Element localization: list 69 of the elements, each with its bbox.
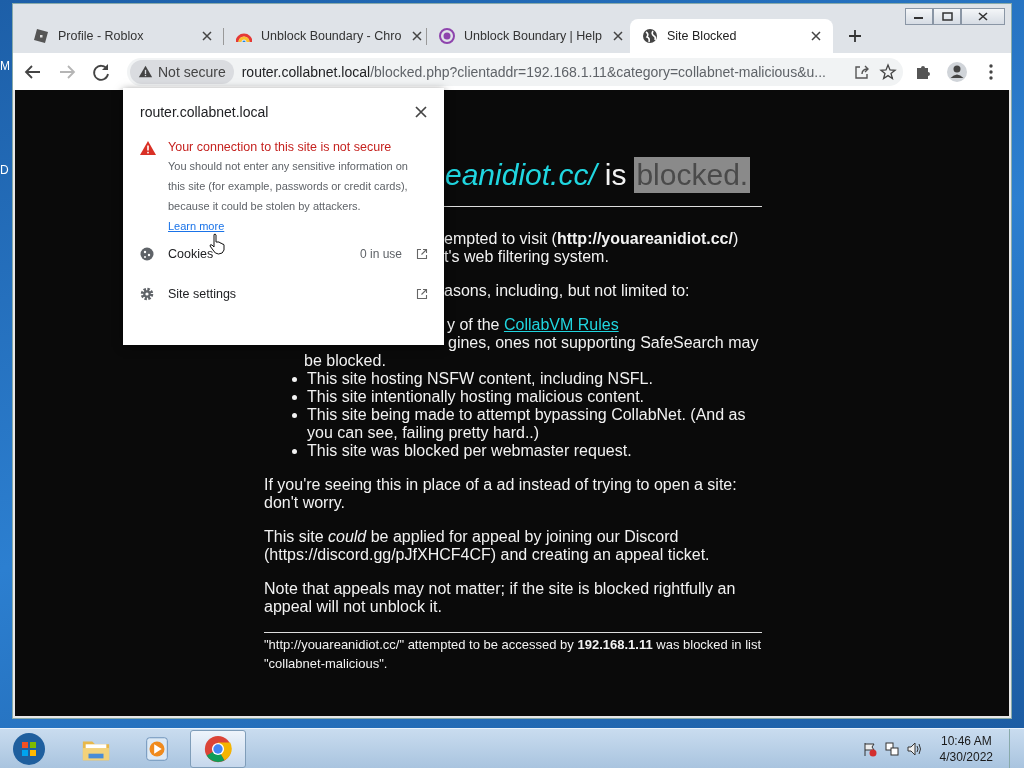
warning-icon: [138, 64, 153, 79]
square-logo-icon: [33, 28, 49, 44]
tab-title: Unblock Boundary - Chro: [261, 29, 402, 43]
warning-text: You should not enter any sensitive information on this site (for example, passwords or credit cards), because it could be stolen by attackers.: [168, 159, 409, 214]
maximize-button[interactable]: [933, 8, 961, 25]
close-icon: [978, 12, 988, 21]
address-bar[interactable]: Not secure router.collabnet.local/blocked.php?clientaddr=192.168.1.11&category=collabnet-malicious&u...: [127, 57, 903, 86]
settings-icon: [140, 287, 154, 301]
browser-tab[interactable]: Unblock Boundary | Help: [427, 19, 630, 53]
paragraph: If you're seeing this in place of a ad instead of trying to open a site: don't worry.: [264, 476, 738, 512]
warning-title: Your connection to this site is not secure: [168, 140, 393, 154]
reason-text: be blocked.: [303, 352, 387, 370]
taskbar-app[interactable]: [190, 729, 246, 768]
bullet-icon: [292, 449, 297, 454]
warning-icon: [140, 141, 156, 155]
bullet-icon: [292, 377, 297, 382]
popup-title: router.collabnet.local: [140, 104, 269, 120]
minimize-button[interactable]: [905, 8, 933, 25]
desktop-icon-label: D: [0, 163, 9, 177]
learn-more-link[interactable]: Learn more: [168, 220, 225, 232]
external-link-icon[interactable]: [416, 248, 428, 260]
cookie-icon: [140, 247, 154, 261]
security-chip[interactable]: Not secure: [130, 59, 234, 84]
globe-icon: [642, 28, 658, 44]
clock[interactable]: 10:46 AM 4/30/2022: [939, 732, 993, 765]
footer-text: "http://youareanidiot.cc/" attempted to be accessed by 192.168.1.11 was blocked in list "collabnet-malicious".: [264, 636, 762, 673]
play-circle-icon: [439, 28, 455, 44]
blocked-status-text: blocked.: [634, 157, 751, 193]
tab-title: Unblock Boundary | Help: [464, 29, 603, 43]
browser-tab[interactable]: Unblock Boundary - Chro: [224, 19, 427, 53]
close-button[interactable]: [961, 8, 1005, 25]
reason-text: This site hosting NSFW content, including NSFL.: [307, 370, 653, 388]
heading-text: is: [604, 157, 627, 193]
reason-text: This site being made to attempt bypassing CollabNet. (And as you can see, failing pretty hard..): [307, 406, 747, 442]
url-text: router.collabnet.local/blocked.php?clientaddr=192.168.1.11&category=collabnet-malicious&u...: [241, 63, 827, 80]
flag-icon[interactable]: [861, 740, 878, 757]
bullet-icon: [292, 413, 297, 418]
network-icon[interactable]: [883, 740, 900, 757]
start-button[interactable]: [12, 731, 46, 766]
close-icon[interactable]: [410, 29, 425, 43]
row-label: Site settings: [168, 287, 238, 301]
close-icon[interactable]: [414, 105, 428, 119]
chrome-icon: [203, 733, 233, 764]
rules-link[interactable]: CollabVM Rules: [503, 316, 619, 333]
tab-title: Profile - Roblox: [58, 29, 145, 43]
external-link-icon[interactable]: [416, 288, 428, 300]
row-value: 0 in use: [359, 247, 402, 261]
intro-text: empted to visit (http://youareanidiot.cc/): [444, 230, 739, 247]
reasons-intro: asons, including, but not limited to:: [444, 282, 690, 299]
tab-title: Site Blocked: [667, 29, 738, 43]
browser-tab[interactable]: Site Blocked: [630, 19, 833, 53]
close-icon[interactable]: [611, 29, 626, 43]
desktop-icon-label: M: [0, 59, 10, 73]
intro-text: t's web filtering system.: [444, 248, 609, 265]
close-icon[interactable]: [200, 29, 214, 43]
row-label: Cookies: [168, 247, 215, 261]
reason-text: This site intentionally hosting malicious content.: [307, 388, 645, 406]
paragraph: This site could be applied for appeal by joining our Discord (https://discord.gg/pJfXHCF4CF) and creating an appeal ticket.: [264, 528, 711, 564]
reason-text: This site was blocked per webmaster request.: [307, 442, 632, 460]
paragraph: Note that appeals may not matter; if the site is blocked rightfully an appeal will not unblock it.: [264, 580, 737, 616]
close-icon[interactable]: [809, 29, 823, 43]
popup-row[interactable]: Site settings: [140, 274, 428, 314]
reason-text: gines, ones not supporting SafeSearch may: [448, 334, 759, 351]
star-icon[interactable]: [879, 62, 897, 81]
volume-icon[interactable]: [905, 740, 922, 757]
browser-tab[interactable]: Profile - Roblox: [21, 19, 224, 53]
reason-text: y of the: [447, 316, 500, 333]
bullet-icon: [292, 395, 297, 400]
maximize-icon: [941, 12, 953, 21]
